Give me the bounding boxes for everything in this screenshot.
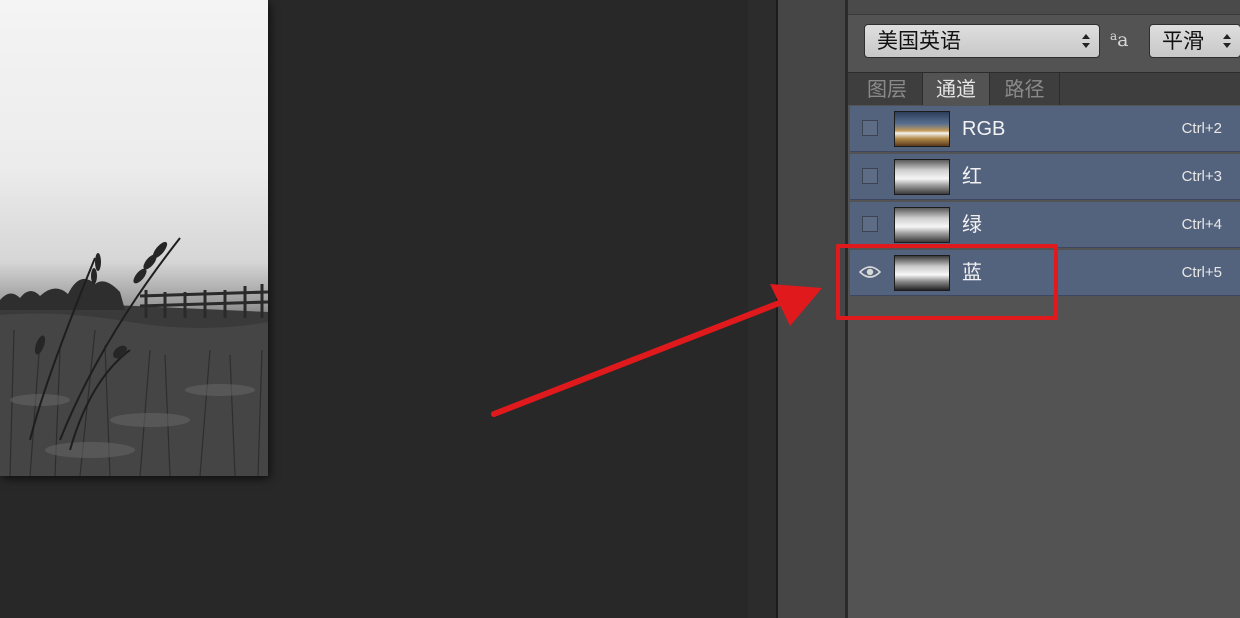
visibility-toggle[interactable] [862,120,878,136]
channel-shortcut: Ctrl+2 [1181,120,1222,137]
channel-row-green[interactable]: 绿 Ctrl+4 [850,202,1240,248]
photoshop-window: 美国英语 aa 平滑 图层 通道 路径 RGB Ctrl+2 红 Ctrl+3 … [0,0,1240,618]
channel-name: RGB [962,118,1006,140]
channel-name: 绿 [962,214,982,236]
tab-channels[interactable]: 通道 [922,73,990,105]
language-select[interactable]: 美国英语 [864,24,1100,58]
visibility-toggle[interactable] [862,216,878,232]
channel-row-rgb[interactable]: RGB Ctrl+2 [850,106,1240,152]
channel-thumbnail [894,111,950,147]
antialias-select-value: 平滑 [1162,29,1204,53]
tab-layers[interactable]: 图层 [852,73,922,105]
annotation-highlight-box [836,244,1058,320]
antialias-icon-large: a [1117,29,1129,51]
antialias-select[interactable]: 平滑 [1149,24,1240,58]
channel-thumbnail [894,159,950,195]
channel-shortcut: Ctrl+3 [1181,168,1222,185]
tab-paths[interactable]: 路径 [990,73,1060,105]
updown-arrows-icon [1223,34,1231,48]
channel-shortcut: Ctrl+5 [1181,264,1222,281]
character-options-row: 美国英语 aa 平滑 [848,15,1240,71]
antialias-icon: aa [1110,29,1128,51]
panel-tabs: 图层 通道 路径 [848,72,1240,105]
grayscale-photo-scene [0,237,268,476]
language-select-value: 美国英语 [877,29,961,53]
canvas-workspace[interactable] [0,0,748,618]
document-image [0,0,268,476]
updown-arrows-icon [1082,34,1090,48]
visibility-toggle[interactable] [862,168,878,184]
panel-separator [748,0,778,618]
panel-header-strip [848,0,1240,15]
channel-thumbnail [894,207,950,243]
channel-name: 红 [962,166,982,188]
channel-shortcut: Ctrl+4 [1181,216,1222,233]
channel-row-red[interactable]: 红 Ctrl+3 [850,154,1240,200]
